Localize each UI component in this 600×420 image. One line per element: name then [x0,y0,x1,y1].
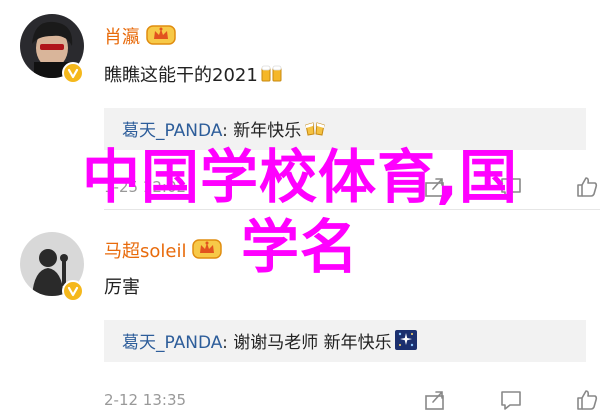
comment-icon[interactable] [498,174,524,200]
crown-badge-icon [192,238,223,260]
reply-username[interactable]: 葛天_PANDA [122,121,222,141]
reply-text: 新年快乐 [233,121,302,141]
reply-preview[interactable]: 葛天_PANDA: 新年快乐 [104,108,586,150]
reply-preview[interactable]: 葛天_PANDA: 谢谢马老师 新年快乐 [104,320,586,362]
reply-username[interactable]: 葛天_PANDA [122,333,222,353]
comment-item: 马超soleil 厉害 葛天_PANDA: 谢谢马老师 新年快乐 2-12 13… [0,210,600,420]
username-text[interactable]: 肖瀛 [104,27,140,48]
beer-cheers-emoji [260,62,284,84]
reply-separator: : [222,333,228,353]
comment-body: 瞧瞧这能干的2021 [104,65,258,86]
sparkles-emoji [394,329,418,351]
username[interactable]: 肖瀛 [104,24,176,49]
verified-badge-icon [62,280,84,302]
reply-line: 葛天_PANDA: 新年快乐 [122,117,327,143]
verified-badge-icon [62,62,84,84]
thumbs-up-icon[interactable] [574,174,600,200]
timestamp: 2-12 13:35 [104,391,187,409]
comment-text: 厉害 [104,276,140,300]
reply-separator: : [222,121,228,141]
reply-text: 谢谢马老师 新年快乐 [233,333,392,353]
comment-meta: 2-12 13:35 [104,387,598,413]
timestamp: 1-25 12:02 [104,178,187,196]
username[interactable]: 马超soleil [104,238,223,263]
thumbs-up-icon[interactable] [574,387,600,413]
share-icon[interactable] [422,174,448,200]
comment-text: 瞧瞧这能干的2021 [104,62,284,88]
comment-icon[interactable] [498,387,524,413]
username-text[interactable]: 马超soleil [104,241,186,262]
reply-line: 葛天_PANDA: 谢谢马老师 新年快乐 [122,329,418,355]
comment-body: 厉害 [104,277,140,298]
share-icon[interactable] [422,387,448,413]
comment-item: 肖瀛 瞧瞧这能干的2021 葛天_PANDA: 新年快乐 1-25 12:02 [0,0,600,210]
cheers-emoji [303,117,327,139]
crown-badge-icon [146,24,176,46]
comment-meta: 1-25 12:02 [104,174,598,200]
